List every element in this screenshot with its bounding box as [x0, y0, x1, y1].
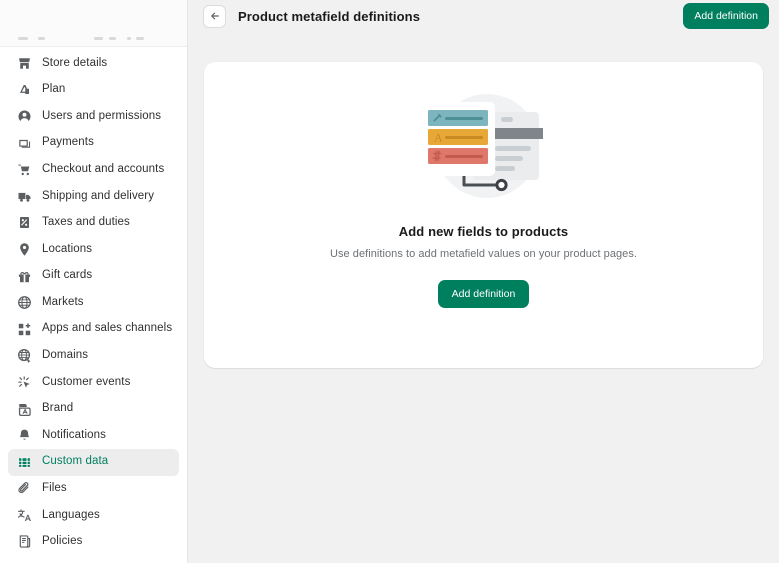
sidebar-item-label: Payments [42, 136, 94, 149]
arrow-left-icon [210, 12, 219, 20]
sidebar-item-domains[interactable]: Domains [8, 343, 179, 370]
brand-icon [16, 401, 32, 417]
sidebar-item-files[interactable]: Files [8, 476, 179, 503]
sidebar-item-shipping-and-delivery[interactable]: Shipping and delivery [8, 183, 179, 210]
sidebar-item-taxes-and-duties[interactable]: Taxes and duties [8, 210, 179, 237]
paperclip-icon [17, 482, 29, 494]
policies-icon [16, 534, 32, 550]
sidebar-item-label: Notifications [42, 428, 106, 441]
sidebar-item-locations[interactable]: Locations [8, 236, 179, 263]
back-button[interactable] [203, 4, 226, 28]
sidebar-item-store-details[interactable]: Store details [8, 50, 179, 77]
page-title: Product metafield definitions [238, 8, 421, 24]
sidebar-item-label: Brand [42, 402, 74, 415]
brand-icon [18, 403, 31, 416]
apps-grid-plus-icon [16, 321, 32, 337]
cart-icon [16, 162, 32, 178]
main-content: Product metafield definitions Add defini… [188, 0, 779, 563]
policies-icon [19, 535, 30, 549]
custom-data-icon [18, 456, 30, 468]
sidebar-item-checkout-and-accounts[interactable]: Checkout and accounts [8, 156, 179, 183]
sidebar-item-label: Checkout and accounts [42, 162, 165, 175]
sidebar-item-notifications[interactable]: Notifications [8, 422, 179, 449]
sidebar-item-label: Policies [42, 535, 83, 548]
custom-data-icon [16, 454, 32, 470]
languages-icon [17, 509, 31, 521]
tax-icon [16, 215, 32, 231]
sidebar-item-payments[interactable]: Payments [8, 130, 179, 157]
add-definition-button-center[interactable]: Add definition [437, 280, 530, 308]
plan-icon [16, 82, 32, 98]
sidebar-item-label: Custom data [42, 455, 109, 468]
sidebar-item-label: Files [42, 482, 67, 495]
paperclip-icon [16, 481, 32, 497]
globe-icon [16, 295, 32, 311]
user-icon [18, 110, 30, 123]
sidebar-item-plan[interactable]: Plan [8, 77, 179, 104]
add-definition-button-top[interactable]: Add definition [683, 3, 769, 29]
empty-state-card: A Add new fields to products Use definit… [204, 62, 763, 368]
sidebar-item-label: Shipping and delivery [42, 189, 155, 202]
sidebar-item-brand[interactable]: Brand [8, 396, 179, 423]
cart-icon [18, 164, 29, 176]
payments-icon [18, 139, 30, 148]
sidebar-item-label: Taxes and duties [42, 216, 130, 229]
sidebar-item-markets[interactable]: Markets [8, 289, 179, 316]
sidebar-item-custom-data[interactable]: Custom data [8, 448, 179, 476]
user-icon [16, 108, 32, 124]
domains-globe-icon [17, 349, 30, 364]
settings-page: Store details Plan Users and permissions Pa… [0, 0, 779, 563]
sidebar-item-apps-and-sales-channels[interactable]: Apps and sales channels [8, 316, 179, 343]
metafield-definitions-illustration: A [409, 84, 559, 212]
location-pin-icon [19, 243, 29, 256]
domains-globe-icon [16, 348, 32, 364]
sidebar-item-customer-events[interactable]: Customer events [8, 369, 179, 396]
gift-icon [16, 268, 32, 284]
sidebar-item-label: Languages [42, 508, 100, 521]
sidebar-item-label: Apps and sales channels [42, 322, 173, 335]
sidebar-item-label: Domains [42, 349, 89, 362]
page-header: Product metafield definitions Add defini… [188, 0, 779, 32]
cursor-sparkle-icon [17, 376, 30, 388]
apps-grid-plus-icon [18, 323, 30, 335]
sidebar-item-label: Store details [42, 56, 108, 69]
bell-icon [16, 428, 32, 444]
cursor-sparkle-icon [16, 374, 32, 390]
tax-icon [19, 217, 29, 229]
sidebar-item-label: Gift cards [42, 269, 93, 282]
settings-sidebar: Store details Plan Users and permissions Pa… [0, 0, 188, 563]
sidebar-nav-list: Store details Plan Users and permissions Pa… [0, 47, 187, 555]
sidebar-item-label: Customer events [42, 375, 131, 388]
plan-icon [19, 85, 29, 95]
sidebar-item-label: Users and permissions [42, 109, 162, 122]
sidebar-item-label: Markets [42, 295, 84, 308]
gift-icon [18, 271, 30, 282]
sidebar-item-label: Locations [42, 242, 93, 255]
sidebar-clipped-header [0, 0, 187, 47]
payments-icon [16, 135, 32, 151]
sidebar-item-label: Plan [42, 83, 66, 96]
empty-state-subtitle: Use definitions to add metafield values … [329, 248, 637, 260]
globe-icon [17, 296, 31, 310]
svg-text:A: A [434, 131, 443, 145]
sidebar-item-users-and-permissions[interactable]: Users and permissions [8, 103, 179, 130]
location-pin-icon [16, 241, 32, 257]
empty-state-title: Add new fields to products [398, 224, 569, 239]
bell-icon [19, 429, 29, 440]
store-icon [16, 55, 32, 71]
languages-icon [16, 507, 32, 523]
truck-icon [18, 192, 30, 202]
sidebar-item-gift-cards[interactable]: Gift cards [8, 263, 179, 290]
truck-icon [16, 188, 32, 204]
store-icon [18, 58, 30, 69]
sidebar-item-languages[interactable]: Languages [8, 502, 179, 529]
sidebar-item-policies[interactable]: Policies [8, 529, 179, 556]
